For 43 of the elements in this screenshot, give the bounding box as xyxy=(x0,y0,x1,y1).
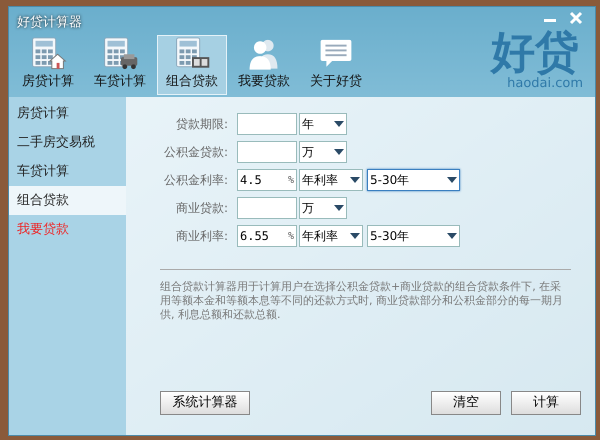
caret-icon xyxy=(350,177,360,183)
description-text: 组合贷款计算器用于计算用户在选择公积金贷款+商业贷款的组合贷款条件下, 在采用等额本金和等额本息等不同的还款方式时, 商业贷款部分和公积金部分的每一期月供, 利息总额和还款总额. xyxy=(160,280,564,322)
action-button[interactable]: 计算 xyxy=(511,391,581,415)
dropdown[interactable]: 年 xyxy=(299,113,347,135)
sidebar-item[interactable]: 组合贷款 xyxy=(9,186,126,215)
close-icon[interactable] xyxy=(569,11,583,25)
input-field[interactable]: 6.55 % xyxy=(237,225,297,247)
caret-icon xyxy=(334,121,344,127)
caret-icon xyxy=(447,177,457,183)
toolbar-tab[interactable]: 车贷计算 xyxy=(85,34,155,94)
dropdown[interactable]: 年利率 xyxy=(299,225,363,247)
sidebar-item[interactable]: 二手房交易税 xyxy=(9,128,126,157)
toolbar-tab[interactable]: 房贷计算 xyxy=(13,34,83,94)
logo-text: 好贷 xyxy=(491,29,579,77)
system-calculator-button[interactable]: 系统计算器 xyxy=(160,391,250,415)
dropdown[interactable]: 5-30年 xyxy=(367,225,460,247)
caret-icon xyxy=(350,233,360,239)
sidebar-item[interactable]: 车贷计算 xyxy=(9,157,126,186)
action-button[interactable]: 清空 xyxy=(431,391,501,415)
percent-sign: % xyxy=(288,174,294,188)
field-label: 公积金贷款: xyxy=(162,144,228,161)
caret-icon xyxy=(447,233,457,239)
input-field[interactable] xyxy=(237,141,297,163)
input-field[interactable] xyxy=(237,113,297,135)
input-field[interactable] xyxy=(237,197,297,219)
toolbar-tab[interactable]: 我要贷款 xyxy=(229,34,299,94)
field-label: 贷款期限: xyxy=(174,116,228,133)
percent-sign: % xyxy=(288,230,294,244)
toolbar-tab[interactable]: 关于好贷 xyxy=(301,34,371,94)
logo-url: haodai.com xyxy=(507,77,583,91)
dropdown[interactable]: 年利率 xyxy=(299,169,363,191)
dropdown[interactable]: 5-30年 xyxy=(367,169,460,191)
input-field[interactable]: 4.5 % xyxy=(237,169,297,191)
toolbar-tab[interactable]: 组合贷款 xyxy=(157,34,227,94)
caret-icon xyxy=(334,205,344,211)
dropdown[interactable]: 万 xyxy=(299,197,347,219)
field-label: 公积金利率: xyxy=(162,172,228,189)
sidebar-item[interactable]: 房贷计算 xyxy=(9,99,126,128)
dropdown[interactable]: 万 xyxy=(299,141,347,163)
window-title: 好贷计算器 xyxy=(17,14,83,32)
field-label: 商业利率: xyxy=(174,228,228,245)
field-label: 商业贷款: xyxy=(174,200,228,217)
caret-icon xyxy=(334,149,344,155)
